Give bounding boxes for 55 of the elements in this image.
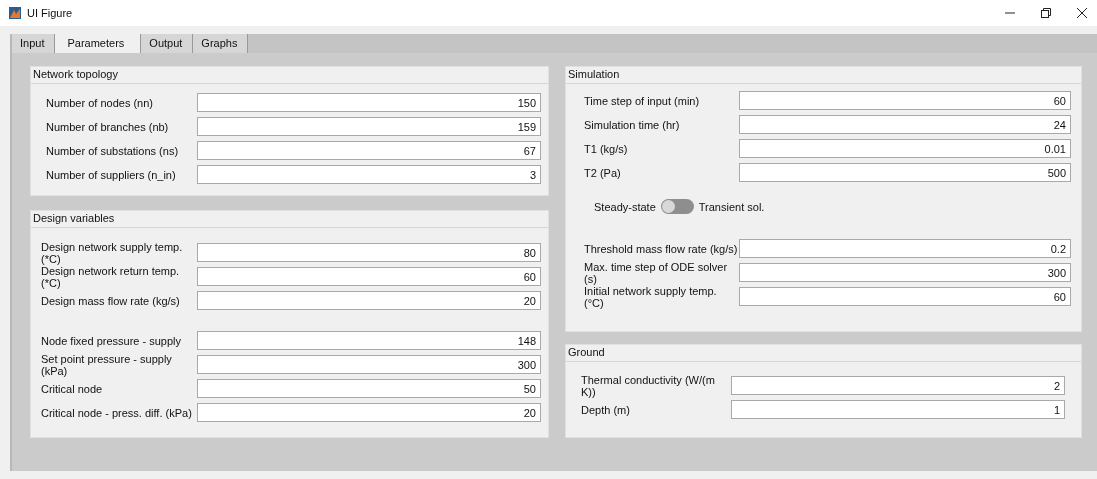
input-field[interactable]: 150 xyxy=(197,93,541,112)
window-title: UI Figure xyxy=(27,7,73,19)
input-field[interactable]: 0.01 xyxy=(739,139,1071,158)
tab[interactable]: Parameters xyxy=(55,34,142,53)
field-label: Set point pressure - supply (kPa) xyxy=(41,352,173,377)
panel-title: Ground xyxy=(566,345,1081,362)
field-label: Number of substations (ns) xyxy=(46,144,180,157)
input-field[interactable]: 3 xyxy=(197,165,541,184)
field-label: Max. time step of ODE solver (s) xyxy=(584,260,729,285)
field-label: Initial network supply temp. (°C) xyxy=(584,284,718,309)
panel-title: Design variables xyxy=(31,211,548,228)
app-icon xyxy=(9,7,21,19)
close-icon[interactable] xyxy=(1077,8,1087,18)
panel-title: Network topology xyxy=(31,67,548,84)
restore-icon[interactable] xyxy=(1041,8,1051,18)
tab[interactable]: Graphs xyxy=(193,34,249,53)
input-field[interactable]: 20 xyxy=(197,403,541,422)
field-label: Critical node xyxy=(41,382,104,395)
field-label: T2 (Pa) xyxy=(584,166,622,179)
field-label: Time step of input (min) xyxy=(584,94,701,107)
input-field[interactable]: 24 xyxy=(739,115,1071,134)
field-label: T1 (kg/s) xyxy=(584,142,629,155)
tab[interactable]: Output xyxy=(141,34,194,53)
input-field[interactable]: 159 xyxy=(197,117,541,136)
field-label: Critical node - press. diff. (kPa) xyxy=(41,406,193,419)
input-field[interactable]: 50 xyxy=(197,379,541,398)
field-label: Simulation time (hr) xyxy=(584,118,681,131)
switch-label: Steady-state xyxy=(594,200,656,213)
input-field[interactable]: 0.2 xyxy=(739,239,1071,258)
input-field[interactable]: 1 xyxy=(731,400,1065,419)
input-field[interactable]: 60 xyxy=(739,287,1071,306)
field-label: Design mass flow rate (kg/s) xyxy=(41,294,181,307)
field-label: Number of nodes (nn) xyxy=(46,96,154,109)
input-field[interactable]: 60 xyxy=(739,91,1071,110)
field-label: Thermal conductivity (W/(m K)) xyxy=(581,373,716,398)
input-field[interactable]: 67 xyxy=(197,141,541,160)
input-field[interactable]: 60 xyxy=(197,267,541,286)
toggle-switch[interactable] xyxy=(660,199,694,214)
panel-title: Simulation xyxy=(566,67,1081,84)
field-label: Depth (m) xyxy=(581,403,631,416)
input-field[interactable]: 2 xyxy=(731,376,1065,395)
field-label: Number of suppliers (n_in) xyxy=(46,168,177,181)
switch-label: Transient sol. xyxy=(698,200,765,213)
input-field[interactable]: 500 xyxy=(739,163,1071,182)
field-label: Design network supply temp. (*C) xyxy=(41,240,184,265)
field-label: Threshold mass flow rate (kg/s) xyxy=(584,242,739,255)
input-field[interactable]: 300 xyxy=(197,355,541,374)
input-field[interactable]: 300 xyxy=(739,263,1071,282)
field-label: Design network return temp. (*C) xyxy=(41,264,181,289)
field-label: Number of branches (nb) xyxy=(46,120,170,133)
input-field[interactable]: 20 xyxy=(197,291,541,310)
input-field[interactable]: 148 xyxy=(197,331,541,350)
tab[interactable]: Input xyxy=(12,34,56,53)
field-label: Node fixed pressure - supply xyxy=(41,334,182,347)
input-field[interactable]: 80 xyxy=(197,243,541,262)
